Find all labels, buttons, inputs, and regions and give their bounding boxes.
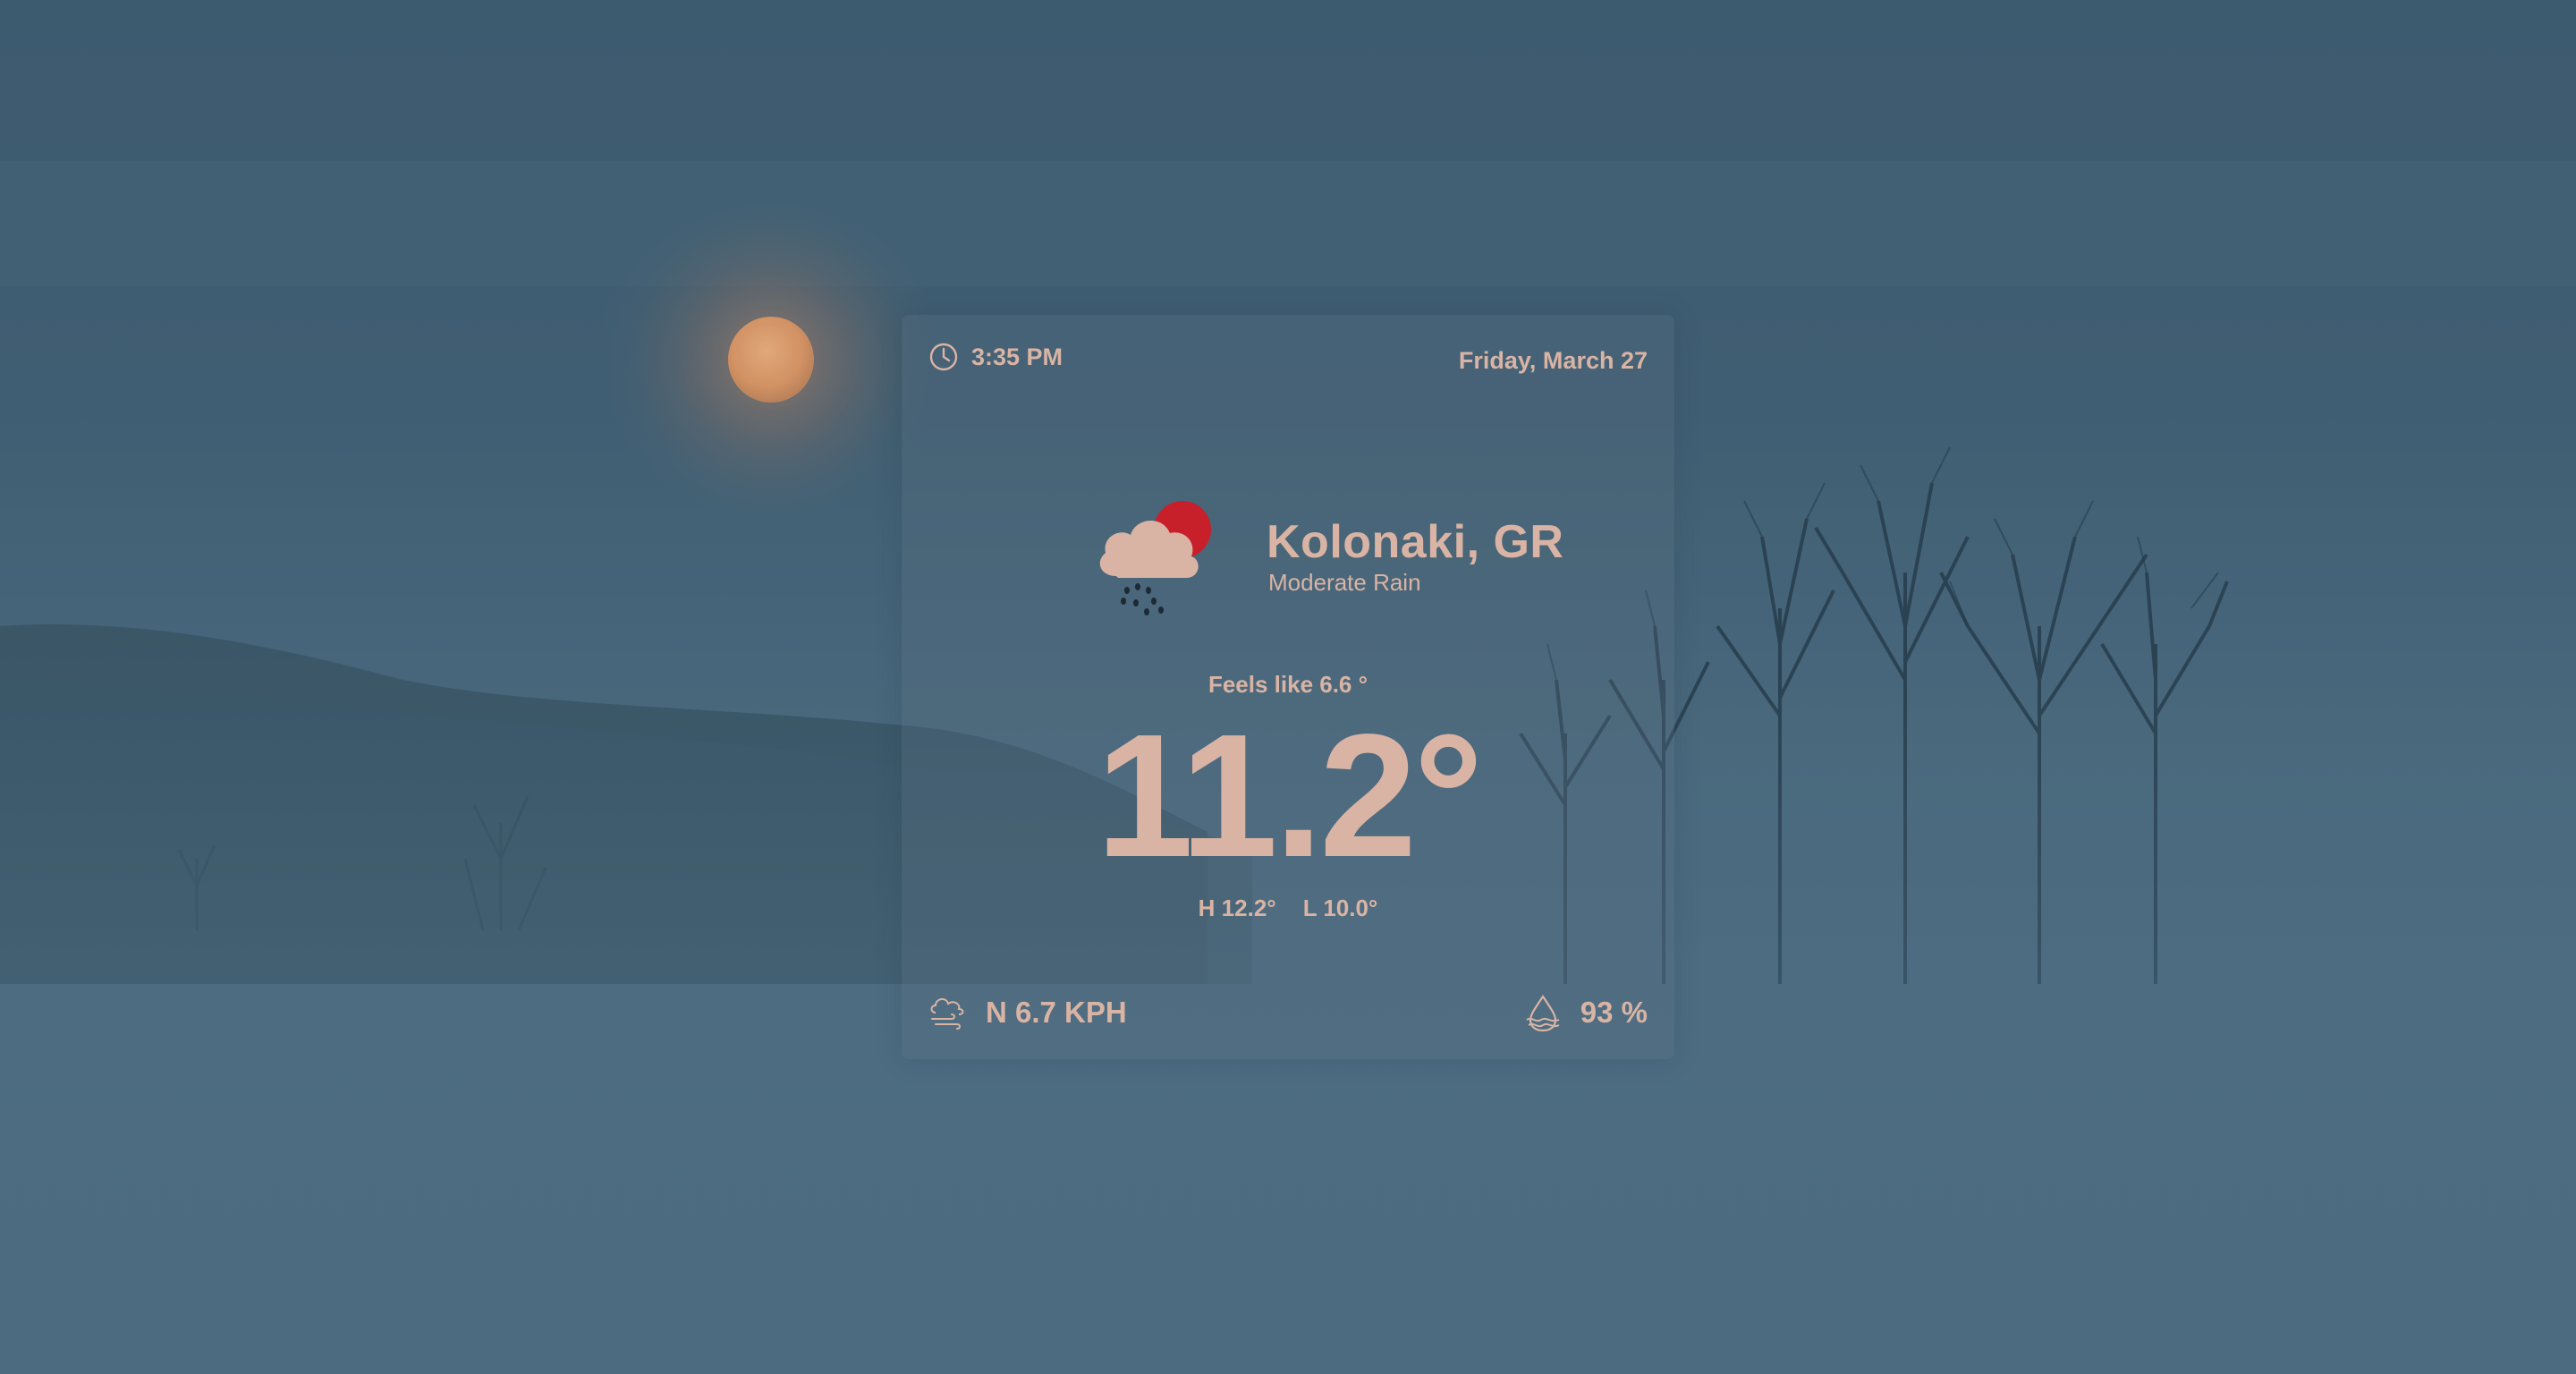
wind: N 6.7 KPH [928, 995, 1127, 1030]
feels-like: Feels like 6.6 ° [1208, 671, 1368, 698]
clock: 3:35 PM [928, 342, 1063, 372]
current-temperature: 11.2° [1096, 698, 1483, 894]
weather-card: 3:35 PM Friday, March 27 Kolonaki, GR Mo… [902, 315, 1674, 1059]
clock-icon [929, 343, 958, 371]
humidity-value: 93 % [1580, 996, 1648, 1029]
wind-icon [930, 998, 964, 1030]
current-time: 3:35 PM [971, 343, 1063, 370]
location-name: Kolonaki, GR [1267, 516, 1564, 568]
humidity: 93 % [1523, 993, 1648, 1032]
wind-value: N 6.7 KPH [986, 996, 1127, 1029]
cloud-rain-sun-icon [1099, 501, 1211, 615]
background-scene: 3:35 PM Friday, March 27 Kolonaki, GR Mo… [0, 0, 2576, 1374]
weather-condition: Moderate Rain [1268, 569, 1421, 596]
humidity-icon [1526, 995, 1560, 1032]
high-low: H 12.2° L 10.0° [902, 895, 1674, 922]
current-date: Friday, March 27 [1458, 347, 1648, 374]
low-temperature: L 10.0° [1302, 895, 1378, 921]
high-temperature: H 12.2° [1198, 895, 1276, 921]
